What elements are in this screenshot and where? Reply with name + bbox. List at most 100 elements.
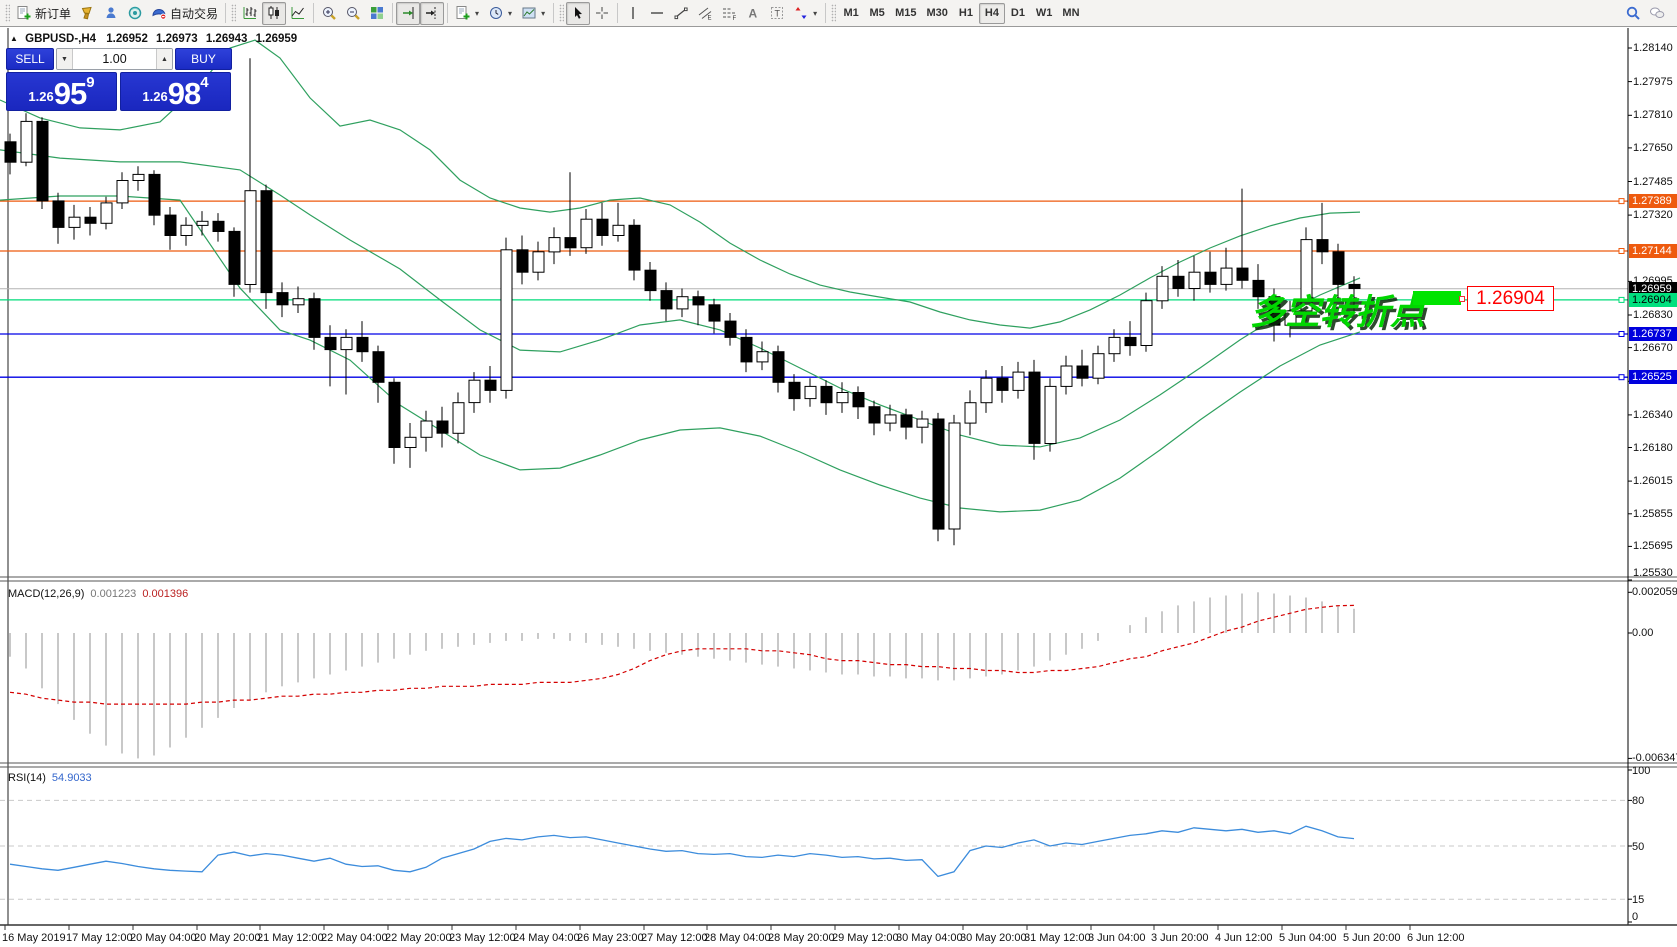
- template-icon: [521, 5, 537, 21]
- turning-point-annotation[interactable]: 多空转折点: [1250, 284, 1425, 335]
- crosshair-tool-button[interactable]: [590, 2, 614, 25]
- sell-price-prefix: 1.26: [28, 89, 53, 104]
- zoom-out-button[interactable]: [341, 2, 365, 25]
- price-axis-label: 1.27975: [1633, 76, 1673, 88]
- timeframe-button-m1[interactable]: M1: [838, 3, 864, 24]
- text-tool-button[interactable]: A: [741, 2, 765, 25]
- volume-increase-button[interactable]: ▲: [156, 49, 172, 69]
- time-axis-label: 23 May 12:00: [449, 932, 516, 944]
- bar-chart-mode-button[interactable]: [238, 2, 262, 25]
- rsi-axis-label: 100: [1632, 765, 1650, 777]
- chart-shift-button[interactable]: [420, 2, 444, 25]
- horizontal-line-icon: [649, 5, 665, 21]
- green-highlight-box[interactable]: [1413, 291, 1461, 305]
- sell-price-big: 95: [54, 81, 86, 107]
- tile-windows-button[interactable]: [365, 2, 389, 25]
- new-order-button[interactable]: 新订单: [12, 2, 75, 25]
- toolbar-grip[interactable]: [231, 4, 236, 22]
- price-axis-label: 1.26670: [1633, 342, 1673, 354]
- timeframe-button-mn[interactable]: MN: [1057, 3, 1084, 24]
- price-axis-label: 1.26015: [1633, 475, 1673, 487]
- crosshair-icon: [594, 5, 610, 21]
- ohlc-close: 1.26959: [256, 33, 298, 45]
- macd-signal-value: 0.001396: [142, 588, 188, 600]
- sell-button[interactable]: SELL: [6, 48, 54, 70]
- vertical-line-tool-button[interactable]: [621, 2, 645, 25]
- templates-dropdown-caret[interactable]: ▾: [540, 9, 546, 18]
- volume-decrease-button[interactable]: ▼: [57, 49, 73, 69]
- macd-label-row: MACD(12,26,9)0.0012230.001396: [8, 588, 188, 600]
- ohlc-high: 1.26973: [156, 33, 198, 45]
- timeframe-button-h4[interactable]: H4: [979, 3, 1005, 24]
- trendline-icon: [673, 5, 689, 21]
- fibonacci-tool-button[interactable]: F: [717, 2, 741, 25]
- price-level-label: 1.26904: [1629, 293, 1677, 307]
- price-level-label: 1.26525: [1629, 370, 1677, 384]
- buy-price-box[interactable]: 1.26 98 4: [120, 72, 231, 111]
- collapse-triangle-icon[interactable]: ▲: [10, 34, 18, 43]
- auto-trading-button[interactable]: 自动交易: [147, 2, 222, 25]
- line-chart-mode-button[interactable]: [286, 2, 310, 25]
- time-axis-label: 5 Jun 04:00: [1279, 932, 1337, 944]
- svg-text:A: A: [749, 7, 758, 21]
- equidistant-channel-icon: E: [697, 5, 713, 21]
- zoom-in-button[interactable]: [317, 2, 341, 25]
- rsi-label-row: RSI(14)54.9033: [8, 772, 92, 784]
- zoom-out-icon: [345, 5, 361, 21]
- price-tag-anchor[interactable]: [1459, 296, 1465, 302]
- chat-icon: [1649, 5, 1665, 21]
- time-axis-label: 20 May 20:00: [194, 932, 261, 944]
- periods-dropdown-caret[interactable]: ▾: [507, 9, 513, 18]
- rsi-axis-label: 50: [1632, 841, 1644, 853]
- new-chart-button[interactable]: ▾: [451, 2, 484, 25]
- signals-button[interactable]: [123, 2, 147, 25]
- auto-scroll-button[interactable]: [396, 2, 420, 25]
- price-axis-label: 1.26340: [1633, 409, 1673, 421]
- new-chart-dropdown-caret[interactable]: ▾: [474, 9, 480, 18]
- macd-axis-label: 0.00: [1632, 627, 1653, 639]
- chat-button[interactable]: [1645, 2, 1669, 25]
- chart-canvas[interactable]: [0, 0, 1677, 947]
- toolbar-grip[interactable]: [559, 4, 564, 22]
- time-axis-label: 3 Jun 20:00: [1151, 932, 1209, 944]
- price-level-label: 1.27144: [1629, 244, 1677, 258]
- price-axis-label: 1.27650: [1633, 142, 1673, 154]
- trendline-tool-button[interactable]: [669, 2, 693, 25]
- templates-button[interactable]: ▾: [517, 2, 550, 25]
- arrows-dropdown-caret[interactable]: ▾: [812, 9, 818, 18]
- arrows-tool-button[interactable]: ▾: [789, 2, 822, 25]
- community-button[interactable]: [99, 2, 123, 25]
- price-axis-label: 1.27810: [1633, 109, 1673, 121]
- toolbar-grip[interactable]: [831, 4, 836, 22]
- macd-name: MACD(12,26,9): [8, 588, 84, 600]
- timeframe-button-d1[interactable]: D1: [1005, 3, 1031, 24]
- buy-button[interactable]: BUY: [175, 48, 232, 70]
- search-button[interactable]: [1621, 2, 1645, 25]
- clock-icon: [488, 5, 504, 21]
- auto-scroll-icon: [400, 5, 416, 21]
- buy-price-big: 98: [168, 81, 200, 107]
- price-tag-label[interactable]: 1.26904: [1467, 286, 1554, 311]
- symbol-ohlc-bar[interactable]: ▲ GBPUSD-,H4 1.26952 1.26973 1.26943 1.2…: [10, 33, 297, 45]
- timeframe-button-m5[interactable]: M5: [864, 3, 890, 24]
- toolbar-separator: [553, 3, 554, 23]
- candle-chart-mode-button[interactable]: [262, 2, 286, 25]
- sell-price-box[interactable]: 1.26 95 9: [6, 72, 117, 111]
- horizontal-line-tool-button[interactable]: [645, 2, 669, 25]
- radio-icon: [127, 5, 143, 21]
- time-axis-label: 17 May 12:00: [66, 932, 133, 944]
- fibonacci-icon: F: [721, 5, 737, 21]
- svg-text:E: E: [708, 16, 712, 22]
- timeframe-button-m30[interactable]: M30: [922, 3, 953, 24]
- periods-button[interactable]: ▾: [484, 2, 517, 25]
- styler-button[interactable]: [75, 2, 99, 25]
- price-axis-label: 1.25530: [1633, 567, 1673, 579]
- channel-tool-button[interactable]: E: [693, 2, 717, 25]
- timeframe-button-w1[interactable]: W1: [1031, 3, 1058, 24]
- toolbar-grip[interactable]: [5, 4, 10, 22]
- text-label-tool-button[interactable]: T: [765, 2, 789, 25]
- cursor-tool-button[interactable]: [566, 2, 590, 25]
- timeframe-button-m15[interactable]: M15: [890, 3, 921, 24]
- volume-input[interactable]: 1.00: [73, 49, 156, 69]
- timeframe-button-h1[interactable]: H1: [953, 3, 979, 24]
